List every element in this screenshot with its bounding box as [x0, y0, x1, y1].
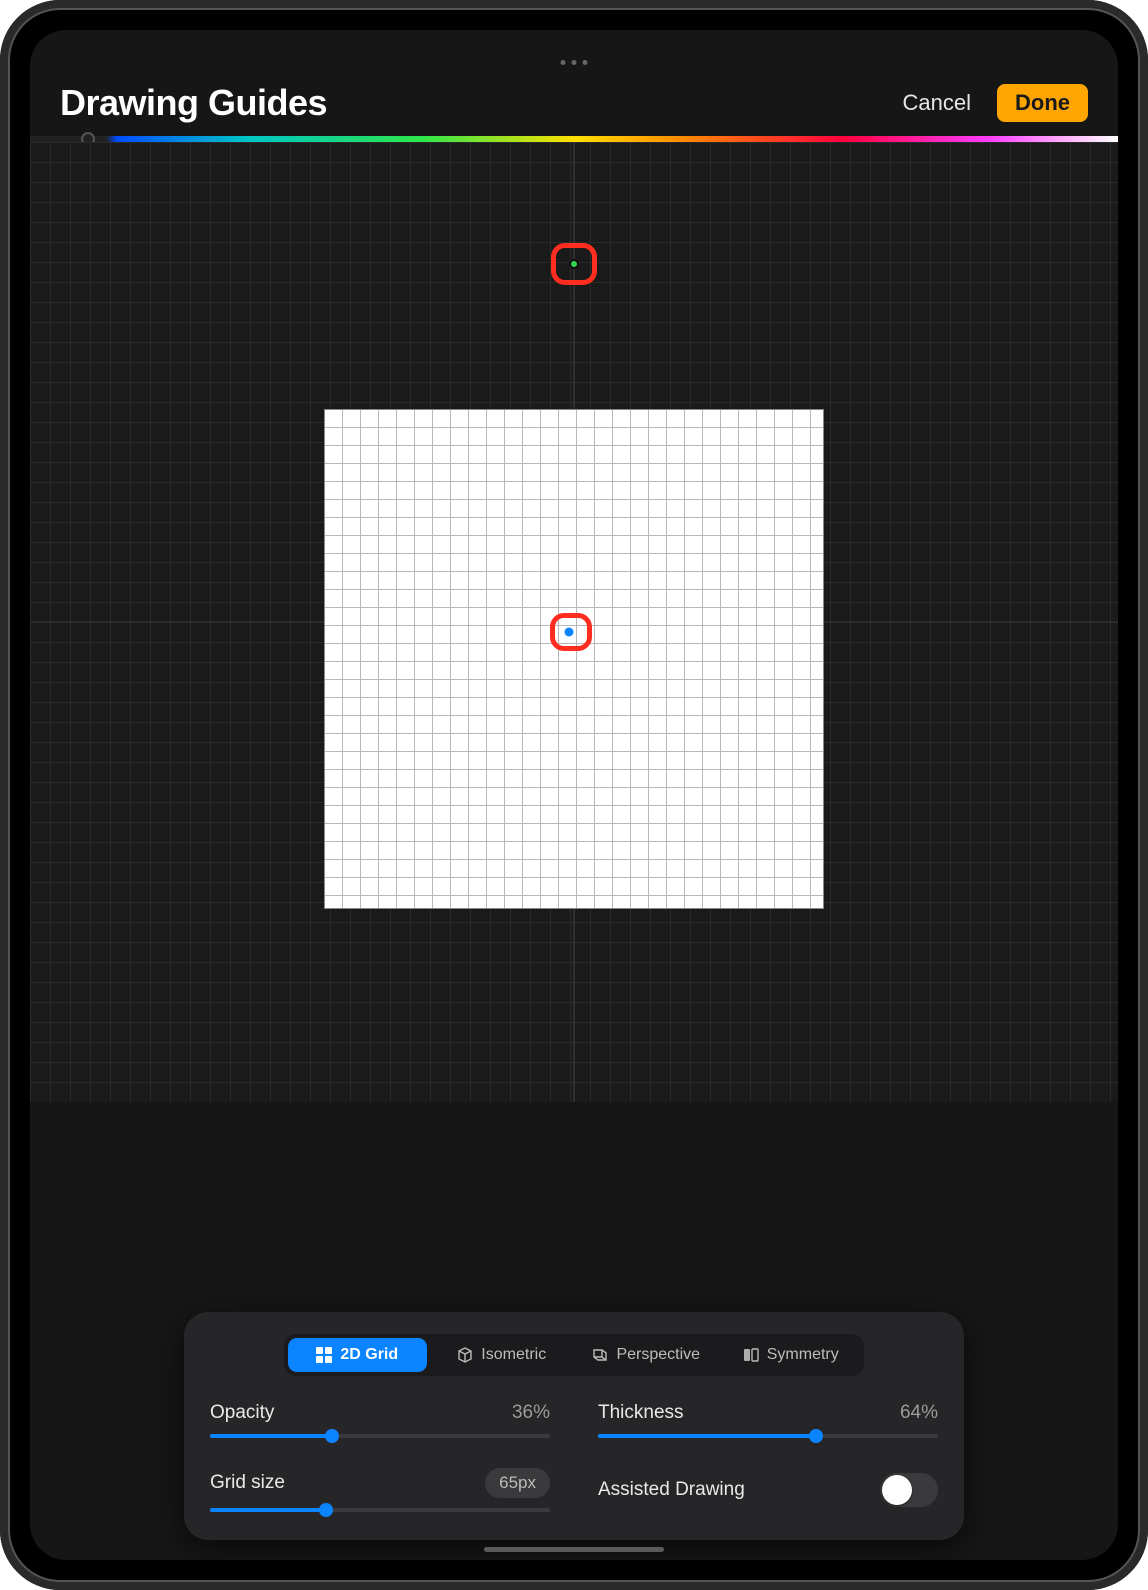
editor-area[interactable]	[30, 142, 1118, 1102]
grid-size-label: Grid size	[210, 1472, 285, 1494]
assisted-drawing-label: Assisted Drawing	[598, 1479, 745, 1501]
thickness-label: Thickness	[598, 1402, 684, 1424]
tab-symmetry[interactable]: Symmetry	[722, 1338, 861, 1372]
opacity-value: 36%	[512, 1402, 550, 1424]
screen: Drawing Guides Cancel Done 2D Gr	[30, 30, 1118, 1560]
header: Drawing Guides Cancel Done	[30, 30, 1118, 136]
opacity-slider[interactable]	[210, 1434, 550, 1438]
thickness-control: Thickness 64%	[598, 1402, 938, 1438]
thickness-value: 64%	[900, 1402, 938, 1424]
page-title: Drawing Guides	[60, 82, 327, 124]
thickness-slider[interactable]	[598, 1434, 938, 1438]
toggle-thumb	[882, 1475, 912, 1505]
grid-size-slider-knob[interactable]	[319, 1503, 333, 1517]
grid-origin-handle[interactable]	[569, 259, 579, 269]
grid-size-slider[interactable]	[210, 1508, 550, 1512]
box-icon	[592, 1347, 608, 1363]
opacity-control: Opacity 36%	[210, 1402, 550, 1438]
canvas[interactable]	[324, 409, 824, 909]
controls-panel: 2D Grid Isometric Perspective Symmetry	[184, 1312, 964, 1540]
grid-size-control: Grid size 65px	[210, 1468, 550, 1512]
grid-icon	[316, 1347, 332, 1363]
tab-perspective[interactable]: Perspective	[577, 1338, 716, 1372]
canvas-center-handle[interactable]	[565, 627, 574, 636]
done-button[interactable]: Done	[997, 84, 1088, 122]
thickness-slider-knob[interactable]	[809, 1429, 823, 1443]
home-indicator[interactable]	[484, 1547, 664, 1552]
tab-label: Perspective	[616, 1346, 700, 1364]
tab-label: Isometric	[481, 1346, 546, 1364]
opacity-slider-knob[interactable]	[325, 1429, 339, 1443]
cancel-button[interactable]: Cancel	[903, 90, 971, 116]
more-dots-icon	[561, 60, 588, 65]
opacity-label: Opacity	[210, 1402, 274, 1424]
tab-2d-grid[interactable]: 2D Grid	[288, 1338, 427, 1372]
assisted-drawing-control: Assisted Drawing	[598, 1468, 938, 1512]
cube-icon	[457, 1347, 473, 1363]
mirror-icon	[743, 1347, 759, 1363]
assisted-drawing-toggle[interactable]	[880, 1473, 938, 1507]
tab-label: Symmetry	[767, 1346, 839, 1364]
guide-type-tabs: 2D Grid Isometric Perspective Symmetry	[284, 1334, 864, 1376]
ipad-frame: Drawing Guides Cancel Done 2D Gr	[0, 0, 1148, 1590]
tab-label: 2D Grid	[340, 1346, 398, 1364]
tab-isometric[interactable]: Isometric	[433, 1338, 572, 1372]
grid-size-value-pill[interactable]: 65px	[485, 1468, 550, 1498]
